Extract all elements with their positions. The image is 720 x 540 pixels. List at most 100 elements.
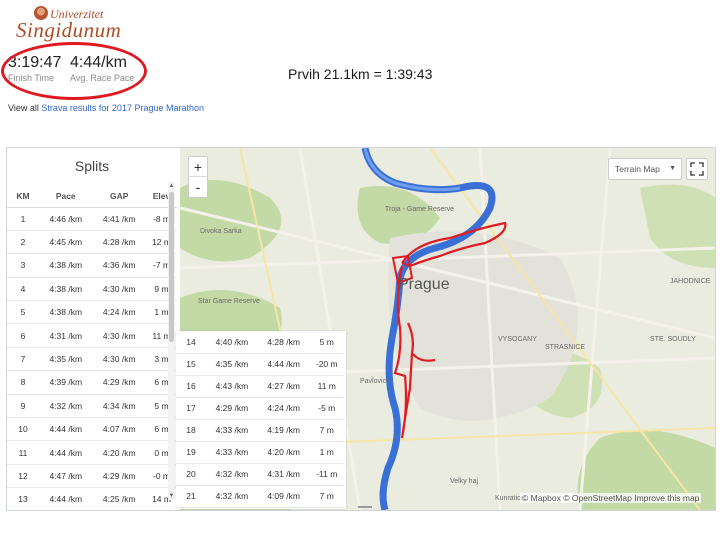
pace-cell: 4:38 /km (39, 300, 93, 325)
scroll-down-icon[interactable]: ▼ (168, 492, 175, 500)
logo-line-2: Singidunum (16, 18, 122, 42)
link-suffix[interactable]: for 2017 Prague Marathon (99, 103, 204, 113)
map-label-vysocany: VYSOCANY (498, 336, 537, 343)
pace-cell: 4:33 /km (206, 419, 258, 442)
elev-cell: -11 m (309, 463, 344, 486)
table-row: 19 4:33 /km 4:20 /km 1 m (176, 441, 344, 464)
elev-cell: 7 m (309, 419, 344, 442)
link-text[interactable]: Strava results (41, 103, 96, 113)
km-cell: 20 (176, 463, 206, 486)
km-cell: 2 (7, 230, 39, 255)
km-cell: 18 (176, 419, 206, 442)
university-logo: Univerzitet Singidunum (6, 4, 136, 44)
pace-cell: 4:45 /km (39, 230, 93, 255)
km-cell: 21 (176, 485, 206, 508)
scroll-thumb[interactable] (169, 192, 174, 342)
gap-cell: 4:30 /km (92, 323, 146, 348)
pace-cell: 4:40 /km (206, 331, 258, 354)
km-cell: 3 (7, 253, 39, 278)
pace-cell: 4:33 /km (206, 441, 258, 464)
splits-scrollbar[interactable]: ▲ ▼ (168, 182, 175, 500)
table-row: 21 4:32 /km 4:09 /km 7 m (176, 485, 344, 508)
km-cell: 17 (176, 397, 206, 420)
elev-cell: 11 m (309, 375, 344, 398)
km-cell: 14 (176, 331, 206, 354)
zoom-in-button[interactable]: + (189, 157, 207, 177)
gap-cell: 4:24 /km (257, 397, 310, 420)
gap-cell: 4:19 /km (257, 419, 310, 442)
gap-cell: 4:29 /km (92, 464, 146, 489)
km-cell: 12 (7, 464, 39, 489)
pace-cell: 4:39 /km (39, 370, 93, 395)
pace-cell: 4:47 /km (39, 464, 93, 489)
gap-cell: 4:28 /km (257, 331, 310, 354)
col-pace: Pace (39, 185, 93, 208)
km-cell: 8 (7, 370, 39, 395)
map-label-troja: Troja - Game Reserve (385, 206, 454, 213)
splits-continued-table: 14 4:40 /km 4:28 /km 5 m 15 4:35 /km 4:44 /km… (176, 331, 344, 508)
elev-cell: -20 m (309, 353, 344, 376)
map-label-velky-haj: Velky haj (450, 478, 479, 485)
map-type-label: Terrain Map (615, 164, 660, 174)
table-row: 9 4:32 /km 4:34 /km 5 m (7, 394, 177, 419)
map-attribution[interactable]: © Mapbox © OpenStreetMap Improve this ma… (520, 493, 702, 503)
pace-cell: 4:44 /km (39, 440, 93, 465)
table-row: 17 4:29 /km 4:24 /km -5 m (176, 397, 344, 420)
km-cell: 11 (7, 440, 39, 465)
pace-cell: 4:35 /km (206, 353, 258, 376)
forest-area (640, 184, 715, 268)
gap-cell: 4:30 /km (92, 277, 146, 302)
pace-cell: 4:29 /km (206, 397, 258, 420)
fullscreen-icon (690, 162, 704, 176)
scroll-up-icon[interactable]: ▲ (168, 182, 175, 190)
gap-cell: 4:20 /km (92, 440, 146, 465)
gap-cell: 4:31 /km (257, 463, 310, 486)
table-row: 14 4:40 /km 4:28 /km 5 m (176, 331, 344, 354)
km-cell: 1 (7, 207, 39, 231)
col-km: KM (7, 185, 39, 208)
table-row: 5 4:38 /km 4:24 /km 1 m (7, 300, 177, 325)
km-cell: 6 (7, 323, 39, 348)
pace-cell: 4:35 /km (39, 347, 93, 372)
chevron-down-icon: ▼ (669, 165, 676, 172)
splits-table: KM Pace GAP Elev 1 4:46 /km 4:41 /km -8 m 2… (7, 185, 177, 510)
table-row: 20 4:32 /km 4:31 /km -11 m (176, 463, 344, 486)
city-label: Prague (398, 276, 450, 293)
elev-cell: 1 m (309, 441, 344, 464)
map-label-divoka-sarka: Divoka Sarka (200, 228, 242, 235)
pace-cell: 4:31 /km (39, 323, 93, 348)
km-cell: 15 (176, 353, 206, 376)
pace-cell: 4:46 /km (39, 207, 93, 231)
gap-cell: 4:34 /km (92, 394, 146, 419)
strava-results-link[interactable]: View all Strava results for 2017 Prague … (8, 103, 204, 113)
gap-cell: 4:30 /km (92, 347, 146, 372)
map-type-select[interactable]: Terrain Map ▼ (608, 158, 682, 180)
divider (358, 506, 372, 508)
gap-cell: 4:07 /km (92, 417, 146, 442)
gap-cell: 4:36 /km (92, 253, 146, 278)
table-row: 1 4:46 /km 4:41 /km -8 m (7, 207, 177, 231)
headline: Prvih 21.1km = 1:39:43 (288, 66, 433, 82)
pace-cell: 4:44 /km (39, 417, 93, 442)
zoom-out-button[interactable]: - (189, 177, 207, 197)
table-row: 13 4:44 /km 4:25 /km 14 m (7, 487, 177, 510)
pace-cell: 4:32 /km (39, 394, 93, 419)
table-row: 11 4:44 /km 4:20 /km 0 m (7, 440, 177, 465)
gap-cell: 4:09 /km (257, 485, 310, 508)
table-row: 3 4:38 /km 4:36 /km -7 m (7, 253, 177, 278)
table-row: 18 4:33 /km 4:19 /km 7 m (176, 419, 344, 442)
fullscreen-button[interactable] (686, 158, 708, 180)
highlight-circle (1, 42, 147, 100)
pace-cell: 4:38 /km (39, 253, 93, 278)
table-row: 6 4:31 /km 4:30 /km 11 m (7, 323, 177, 348)
splits-title: Splits (74, 158, 110, 174)
km-cell: 9 (7, 394, 39, 419)
km-cell: 4 (7, 277, 39, 302)
elev-cell: 7 m (309, 485, 344, 508)
pace-cell: 4:32 /km (206, 463, 258, 486)
zoom-controls: + - (188, 156, 208, 198)
gap-cell: 4:44 /km (257, 353, 310, 376)
col-gap: GAP (92, 185, 146, 208)
table-row: 4 4:38 /km 4:30 /km 9 m (7, 277, 177, 302)
table-row: 12 4:47 /km 4:29 /km -0 m (7, 464, 177, 489)
